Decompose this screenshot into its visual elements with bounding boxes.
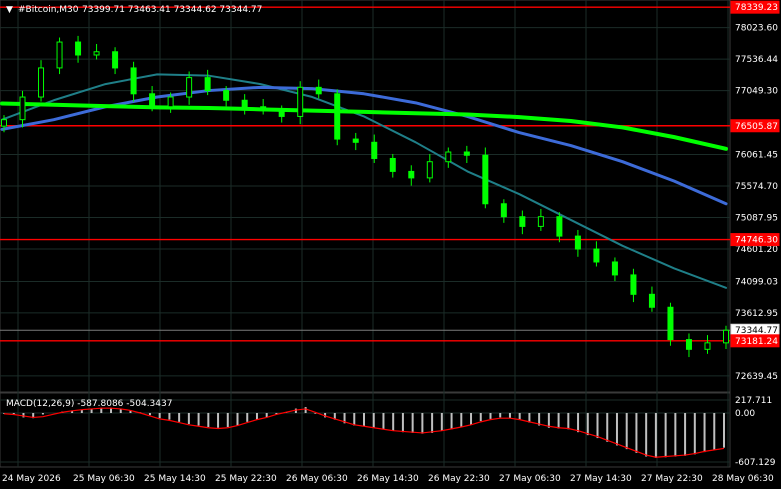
candle-body bbox=[112, 51, 119, 69]
time-axis-label: 27 May 06:30 bbox=[499, 474, 561, 484]
trading-chart[interactable]: 78023.60 77536.44 77049.30 76061.45 75574.70… bbox=[0, 0, 781, 489]
macd-axis-label: -607.129 bbox=[735, 458, 776, 468]
candle-body bbox=[38, 67, 45, 98]
candle-body bbox=[408, 170, 415, 179]
candle-body bbox=[75, 41, 82, 56]
candle-body bbox=[426, 161, 433, 179]
price-axis-label: 75574.70 bbox=[735, 182, 778, 192]
candle-body bbox=[704, 342, 711, 350]
candle-body bbox=[723, 329, 729, 344]
candle-body bbox=[593, 248, 600, 263]
price-axis-label: 74099.03 bbox=[735, 277, 778, 287]
ohlc-values: 73399.71 73463.41 73344.62 73344.77 bbox=[82, 5, 262, 15]
candle-body bbox=[19, 96, 26, 121]
candle-body bbox=[500, 203, 507, 218]
candle-body bbox=[130, 67, 137, 95]
chart-window[interactable]: 78023.60 77536.44 77049.30 76061.45 75574.70… bbox=[0, 0, 781, 489]
price-mark-label: 78339.23 bbox=[735, 3, 778, 13]
time-axis-label: 25 May 14:30 bbox=[144, 474, 206, 484]
price-axis-label: 77049.30 bbox=[735, 87, 778, 97]
candle-body bbox=[537, 216, 544, 227]
candle-body bbox=[685, 339, 692, 350]
candle-body bbox=[223, 90, 230, 101]
candle-body bbox=[315, 86, 322, 95]
time-axis-label: 25 May 06:30 bbox=[73, 474, 135, 484]
time-axis: 24 May 2026 25 May 06:30 25 May 14:30 25 Ma… bbox=[2, 474, 774, 484]
candle-body bbox=[1, 119, 7, 127]
price-axis-label: 73612.95 bbox=[735, 309, 778, 319]
candle-body bbox=[186, 77, 193, 98]
price-axis-label: 75087.95 bbox=[735, 213, 778, 223]
candle-body bbox=[352, 138, 359, 143]
candle-body bbox=[463, 151, 470, 156]
price-mark-label: 74746.30 bbox=[735, 236, 778, 246]
candle-body bbox=[667, 306, 674, 341]
candle-body bbox=[630, 274, 637, 295]
candle-body bbox=[389, 157, 396, 172]
candle-body bbox=[482, 154, 489, 205]
symbol-timeframe-label: #Bitcoin,M30 bbox=[18, 5, 79, 15]
header-menu-arrow[interactable]: ▼ bbox=[6, 5, 13, 15]
time-axis-label: 24 May 2026 bbox=[2, 474, 61, 484]
candle-body bbox=[149, 93, 156, 108]
candle-body bbox=[297, 86, 304, 117]
price-axis-label: 72639.45 bbox=[735, 372, 778, 382]
time-axis-label: 25 May 22:30 bbox=[215, 474, 277, 484]
candle-body bbox=[648, 293, 655, 308]
price-axis-label: 77536.44 bbox=[735, 55, 778, 65]
candle-body bbox=[574, 235, 581, 250]
candle-body bbox=[334, 93, 341, 140]
candle-body bbox=[167, 96, 174, 108]
candle-body bbox=[260, 106, 267, 111]
candle-body bbox=[445, 151, 452, 163]
time-axis-label: 27 May 22:30 bbox=[641, 474, 703, 484]
candle-body bbox=[556, 216, 563, 237]
price-axis-label: 74601.20 bbox=[735, 245, 778, 255]
time-axis-label: 26 May 22:30 bbox=[428, 474, 490, 484]
time-axis-label: 27 May 14:30 bbox=[570, 474, 632, 484]
candle-body bbox=[519, 216, 526, 227]
time-axis-label: 28 May 06:30 bbox=[712, 474, 774, 484]
candle-body bbox=[241, 99, 248, 108]
time-axis-label: 26 May 06:30 bbox=[286, 474, 348, 484]
candle-body bbox=[278, 109, 285, 117]
time-axis-label: 26 May 14:30 bbox=[357, 474, 419, 484]
price-mark-label: 73181.24 bbox=[735, 337, 778, 347]
macd-label: MACD(12,26,9) -587.8086 -504.3437 bbox=[6, 399, 172, 409]
price-axis-label: 78023.60 bbox=[735, 24, 778, 34]
candle-body bbox=[371, 141, 378, 159]
candle-body bbox=[56, 41, 63, 69]
macd-axis-label: 0.00 bbox=[735, 409, 755, 419]
price-mark-label: 76505.87 bbox=[735, 122, 778, 132]
candle-body bbox=[204, 77, 211, 92]
macd-axis-label: 217.711 bbox=[735, 396, 772, 406]
candle-body bbox=[611, 261, 618, 276]
candle-body bbox=[93, 51, 100, 56]
price-axis-label: 76061.45 bbox=[735, 151, 778, 161]
